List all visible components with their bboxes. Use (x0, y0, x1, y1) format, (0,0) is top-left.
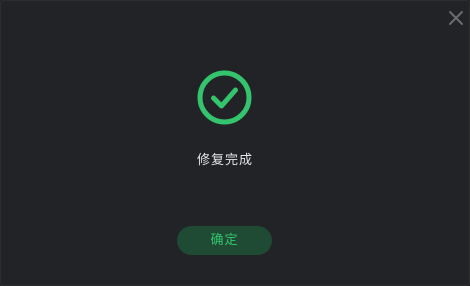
repair-complete-dialog: 修复完成 确定 (0, 0, 470, 286)
close-button[interactable] (446, 8, 466, 28)
status-message: 修复完成 (196, 153, 253, 168)
close-icon (449, 11, 463, 25)
check-circle-icon (197, 70, 252, 125)
confirm-button[interactable]: 确定 (177, 226, 272, 255)
